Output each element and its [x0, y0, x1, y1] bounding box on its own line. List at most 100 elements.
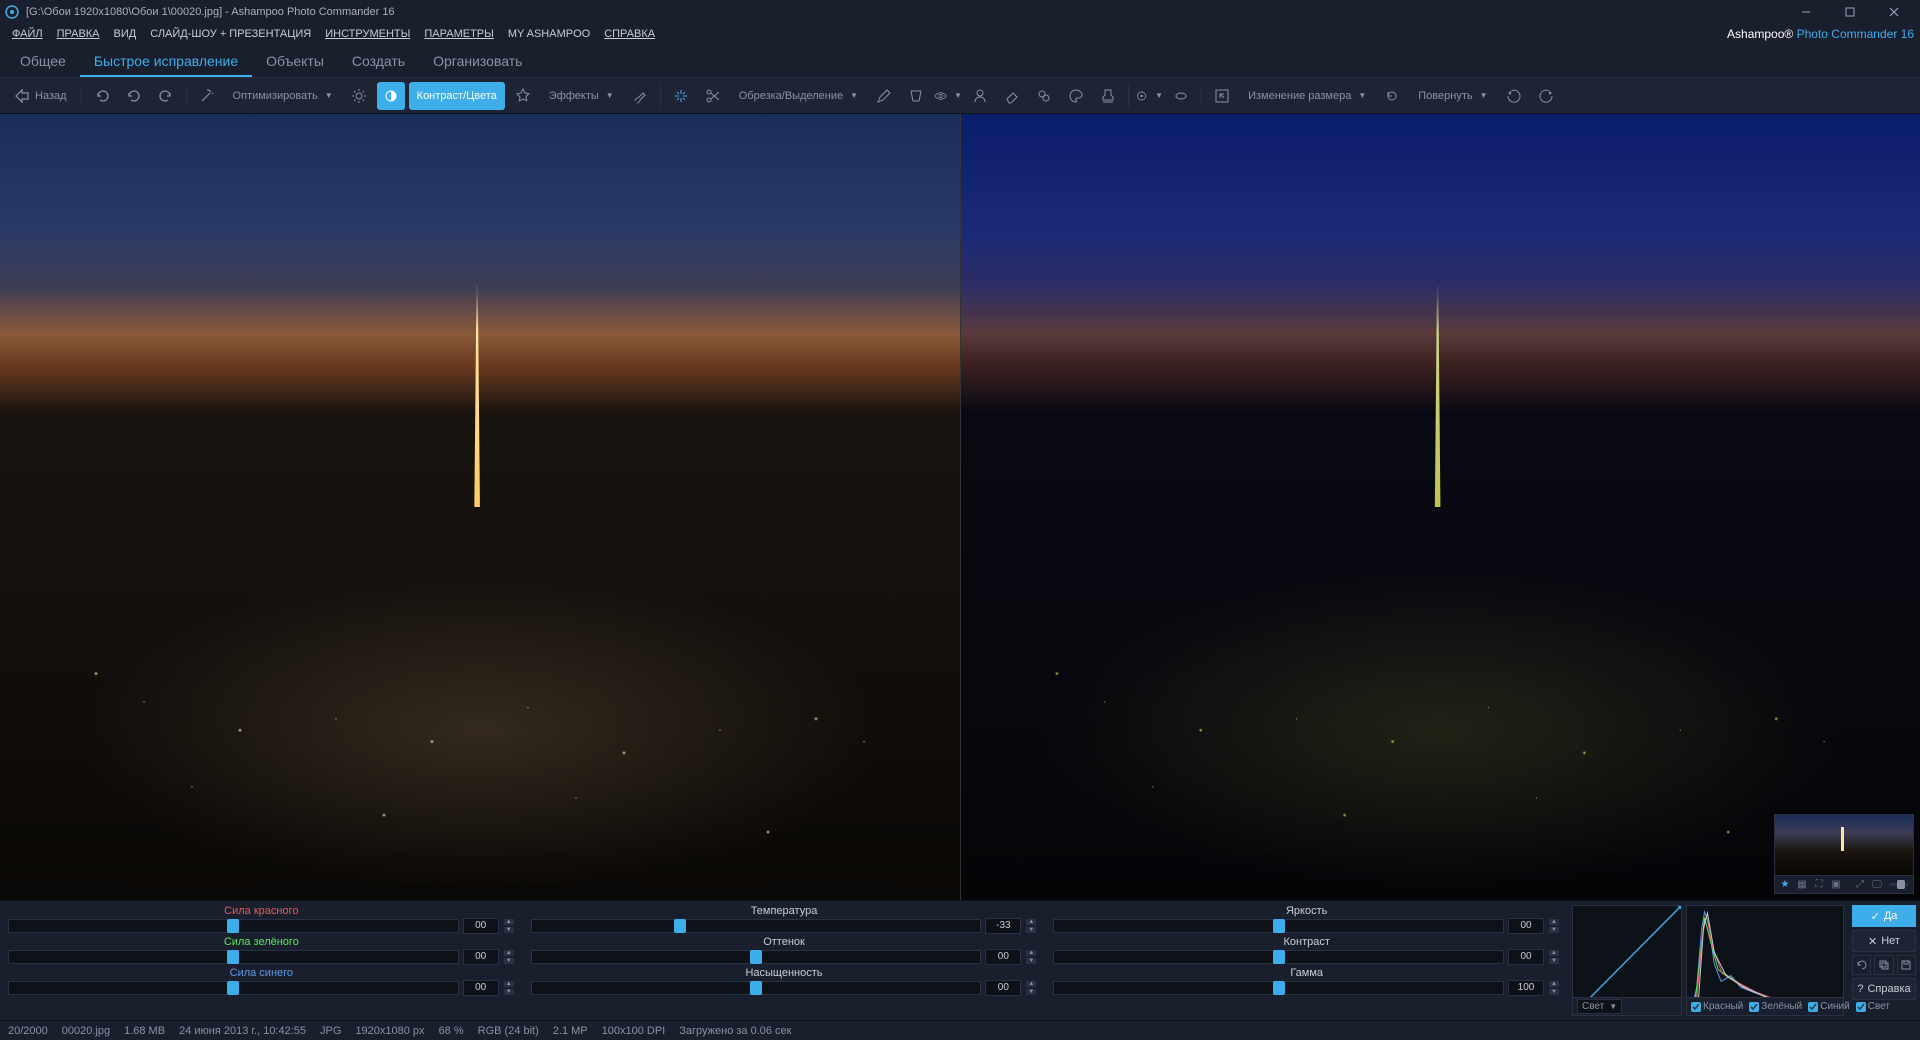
tab-quickfix[interactable]: Быстрое исправление: [80, 47, 252, 77]
hist-red-checkbox[interactable]: Красный: [1691, 1001, 1743, 1012]
tab-general[interactable]: Общее: [6, 47, 80, 77]
stamp-icon[interactable]: [1094, 82, 1122, 110]
back-button[interactable]: Назад: [6, 82, 75, 110]
tab-organize[interactable]: Организовать: [419, 47, 536, 77]
image-preview[interactable]: ★ ▦ ⛶ ▣ ⤢ 🖵: [961, 114, 1920, 900]
slider-track[interactable]: [8, 950, 459, 964]
tab-create[interactable]: Создать: [338, 47, 419, 77]
optimize-button[interactable]: Оптимизировать▼: [225, 82, 341, 110]
spinner-up[interactable]: ▲: [1025, 980, 1037, 988]
spinner-down[interactable]: ▼: [1025, 988, 1037, 996]
slider-value[interactable]: 00: [463, 980, 499, 996]
slider-track[interactable]: [531, 981, 982, 995]
spinner-up[interactable]: ▲: [1548, 980, 1560, 988]
menu-tools[interactable]: ИНСТРУМЕНТЫ: [319, 26, 416, 42]
tab-objects[interactable]: Объекты: [252, 47, 338, 77]
palette-icon[interactable]: [1062, 82, 1090, 110]
spinner-down[interactable]: ▼: [503, 926, 515, 934]
minimize-button[interactable]: [1784, 0, 1828, 24]
save-icon[interactable]: [1897, 955, 1916, 975]
spinner-down[interactable]: ▼: [1548, 988, 1560, 996]
halfcircle-icon[interactable]: [377, 82, 405, 110]
resize-button[interactable]: Изменение размера▼: [1240, 82, 1374, 110]
spinner-down[interactable]: ▼: [503, 957, 515, 965]
curves-channel-dropdown[interactable]: Свет▼: [1577, 999, 1622, 1014]
menu-slideshow[interactable]: СЛАЙД-ШОУ + ПРЕЗЕНТАЦИЯ: [144, 26, 317, 42]
close-button[interactable]: [1872, 0, 1916, 24]
slider-value[interactable]: 00: [1508, 918, 1544, 934]
copy-icon[interactable]: [1874, 955, 1893, 975]
nav-fullscreen-icon[interactable]: ⤢: [1852, 878, 1868, 892]
clone-icon[interactable]: [1030, 82, 1058, 110]
rotate-right-icon[interactable]: [1532, 82, 1560, 110]
person-icon[interactable]: [966, 82, 994, 110]
rotate-icon[interactable]: [1378, 82, 1406, 110]
hist-green-checkbox[interactable]: Зелёный: [1749, 1001, 1802, 1012]
slider-value[interactable]: 00: [463, 918, 499, 934]
spinner-down[interactable]: ▼: [1548, 926, 1560, 934]
brush-icon[interactable]: [626, 82, 654, 110]
apply-button[interactable]: ✓ Да: [1852, 905, 1916, 927]
rotate-button[interactable]: Повернуть▼: [1410, 82, 1495, 110]
undo-button[interactable]: [88, 82, 116, 110]
eraser-icon[interactable]: [998, 82, 1026, 110]
undo-all-button[interactable]: [120, 82, 148, 110]
spinner-up[interactable]: ▲: [503, 918, 515, 926]
slider-track[interactable]: [1053, 950, 1504, 964]
nav-zoom-slider[interactable]: [1889, 883, 1908, 886]
menu-help[interactable]: СПРАВКА: [598, 26, 661, 42]
image-original[interactable]: [0, 114, 961, 900]
nav-1to1-icon[interactable]: ▣: [1828, 878, 1844, 892]
spinner-up[interactable]: ▲: [1025, 918, 1037, 926]
spinner-up[interactable]: ▲: [503, 980, 515, 988]
target-icon[interactable]: ▼: [1135, 82, 1163, 110]
slider-value[interactable]: 100: [1508, 980, 1544, 996]
histogram-graph[interactable]: Красный Зелёный Синий Свет: [1686, 905, 1844, 1016]
nav-monitor-icon[interactable]: 🖵: [1869, 878, 1885, 892]
crop-select-button[interactable]: Обрезка/Выделение▼: [731, 82, 866, 110]
effects-button[interactable]: Эффекты▼: [541, 82, 622, 110]
slider-value[interactable]: 00: [463, 949, 499, 965]
slider-value[interactable]: 00: [985, 980, 1021, 996]
scissors-icon[interactable]: [699, 82, 727, 110]
sparkle-icon[interactable]: [667, 82, 695, 110]
slider-track[interactable]: [531, 919, 982, 933]
menu-params[interactable]: ПАРАМЕТРЫ: [418, 26, 499, 42]
spinner-up[interactable]: ▲: [503, 949, 515, 957]
rotate-left-icon[interactable]: [1500, 82, 1528, 110]
menu-file[interactable]: ФАЙЛ: [6, 26, 49, 42]
blur-icon[interactable]: [1167, 82, 1195, 110]
nav-fit-icon[interactable]: ⛶: [1811, 878, 1827, 892]
spinner-up[interactable]: ▲: [1548, 918, 1560, 926]
spinner-up[interactable]: ▲: [1548, 949, 1560, 957]
spinner-up[interactable]: ▲: [1025, 949, 1037, 957]
menu-view[interactable]: ВИД: [108, 26, 143, 42]
resize-icon[interactable]: [1208, 82, 1236, 110]
spinner-down[interactable]: ▼: [1025, 957, 1037, 965]
perspective-icon[interactable]: [902, 82, 930, 110]
spinner-down[interactable]: ▼: [1548, 957, 1560, 965]
pen-icon[interactable]: [870, 82, 898, 110]
brightness-icon[interactable]: [345, 82, 373, 110]
menu-edit[interactable]: ПРАВКА: [51, 26, 106, 42]
slider-track[interactable]: [1053, 919, 1504, 933]
slider-value[interactable]: -33: [985, 918, 1021, 934]
wand-icon[interactable]: [193, 82, 221, 110]
slider-track[interactable]: [8, 981, 459, 995]
reset-icon[interactable]: [1852, 955, 1871, 975]
help-button[interactable]: ? Справка: [1852, 978, 1916, 1000]
spinner-down[interactable]: ▼: [503, 988, 515, 996]
slider-track[interactable]: [531, 950, 982, 964]
curves-graph[interactable]: Свет▼: [1572, 905, 1682, 1016]
slider-value[interactable]: 00: [1508, 949, 1544, 965]
star-icon[interactable]: [509, 82, 537, 110]
slider-track[interactable]: [8, 919, 459, 933]
redo-button[interactable]: [152, 82, 180, 110]
menu-myashampoo[interactable]: MY ASHAMPOO: [502, 26, 596, 42]
hist-light-checkbox[interactable]: Свет: [1856, 1001, 1890, 1012]
nav-star-icon[interactable]: ★: [1777, 878, 1793, 892]
contrast-colors-button[interactable]: Контраст/Цвета: [409, 82, 505, 110]
cancel-button[interactable]: ✕ Нет: [1852, 930, 1916, 952]
nav-grid-icon[interactable]: ▦: [1794, 878, 1810, 892]
navigator-thumbnail[interactable]: [1775, 815, 1913, 875]
